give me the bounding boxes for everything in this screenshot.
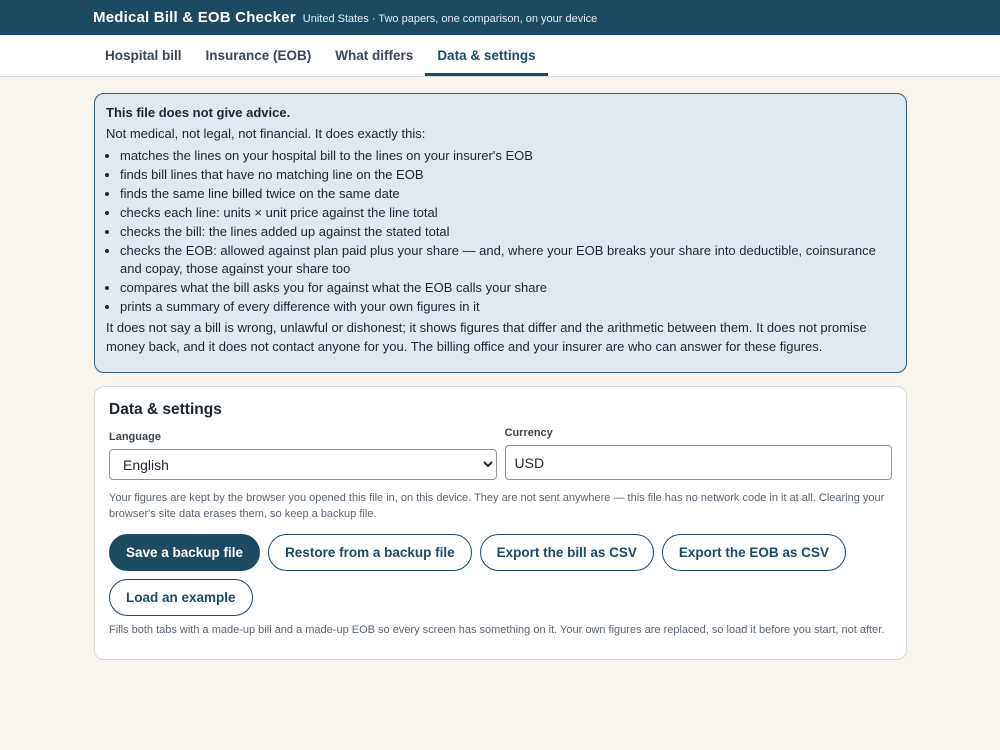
export-bill-csv-button[interactable]: Export the bill as CSV (479, 534, 654, 571)
app-title: Medical Bill & EOB Checker (93, 9, 296, 26)
tab-bar: Hospital bill Insurance (EOB) What diffe… (0, 35, 1000, 77)
notice-item: checks the bill: the lines added up agai… (120, 223, 895, 241)
notice-item: compares what the bill asks you for agai… (120, 279, 895, 297)
notice-title: This file does not give advice. (106, 105, 291, 120)
example-note: Fills both tabs with a made-up bill and … (109, 624, 885, 636)
currency-label: Currency (504, 427, 553, 439)
settings-fields: Language English Currency (109, 427, 892, 480)
restore-backup-button[interactable]: Restore from a backup file (268, 534, 472, 571)
export-eob-csv-button[interactable]: Export the EOB as CSV (661, 534, 846, 571)
notice-list: matches the lines on your hospital bill … (106, 147, 895, 315)
currency-input[interactable] (504, 445, 892, 480)
notice-outro: It does not say a bill is wrong, unlawfu… (106, 320, 867, 354)
notice-item: prints a summary of every difference wit… (120, 298, 895, 316)
notice-intro: Not medical, not legal, not financial. I… (106, 126, 426, 141)
language-field: Language English (109, 431, 497, 480)
tab-what-differs[interactable]: What differs (323, 35, 425, 76)
notice-item: checks each line: units × unit price aga… (120, 204, 895, 222)
notice-item: finds the same line billed twice on the … (120, 185, 895, 203)
app-header: Medical Bill & EOB Checker United States… (0, 0, 1000, 35)
notice-item: finds bill lines that have no matching l… (120, 166, 895, 184)
tab-hospital-bill[interactable]: Hospital bill (93, 35, 194, 76)
storage-note: Your figures are kept by the browser you… (109, 492, 885, 520)
notice-item: checks the EOB: allowed against plan pai… (120, 242, 895, 277)
load-example-button[interactable]: Load an example (109, 579, 253, 616)
currency-field: Currency (504, 427, 892, 480)
save-backup-button[interactable]: Save a backup file (109, 534, 261, 571)
language-select[interactable]: English (109, 449, 497, 480)
settings-heading: Data & settings (109, 401, 222, 418)
language-label: Language (109, 431, 161, 443)
tab-insurance-eob[interactable]: Insurance (EOB) (194, 35, 324, 76)
tab-data-settings[interactable]: Data & settings (425, 35, 548, 76)
notice-item: matches the lines on your hospital bill … (120, 147, 895, 165)
action-buttons: Save a backup file Restore from a backup… (109, 534, 892, 616)
settings-panel: Data & settings Language English Currenc… (94, 386, 907, 660)
disclaimer-notice: This file does not give advice. Not medi… (94, 93, 907, 373)
app-subtitle: United States · Two papers, one comparis… (302, 12, 598, 25)
